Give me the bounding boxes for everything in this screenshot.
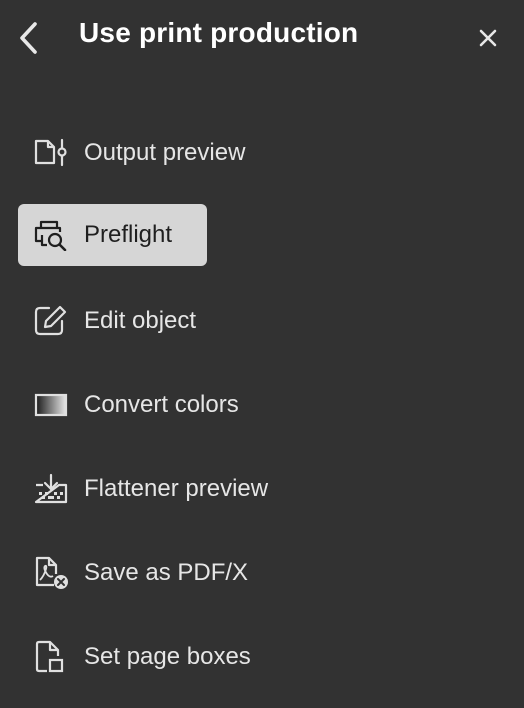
edit-object-icon xyxy=(33,303,69,339)
set-page-boxes-icon xyxy=(33,639,69,675)
close-button[interactable] xyxy=(470,20,506,56)
menu-item-preflight[interactable]: Preflight xyxy=(18,204,207,266)
menu-item-label: Save as PDF/X xyxy=(84,559,249,586)
menu-item-label: Preflight xyxy=(84,221,173,248)
back-button[interactable] xyxy=(10,18,46,58)
print-production-panel: Use print production Output preview Pref… xyxy=(0,0,524,708)
menu-item-convert-colors[interactable]: Convert colors xyxy=(18,374,255,436)
menu-item-edit-object[interactable]: Edit object xyxy=(18,290,212,352)
menu-item-label: Convert colors xyxy=(84,391,239,418)
flattener-preview-icon xyxy=(33,471,69,507)
close-icon xyxy=(479,29,497,47)
chevron-left-icon xyxy=(17,21,39,55)
menu-item-label: Flattener preview xyxy=(84,475,269,502)
menu-item-label: Set page boxes xyxy=(84,643,251,670)
menu-item-set-page-boxes[interactable]: Set page boxes xyxy=(18,626,267,688)
menu-item-flattener-preview[interactable]: Flattener preview xyxy=(18,458,284,520)
menu-item-label: Edit object xyxy=(84,307,197,334)
menu-item-label: Output preview xyxy=(84,139,246,166)
panel-title: Use print production xyxy=(79,17,359,48)
save-pdfx-icon xyxy=(33,555,69,591)
convert-colors-icon xyxy=(33,387,69,423)
output-preview-icon xyxy=(33,135,69,171)
menu-item-output-preview[interactable]: Output preview xyxy=(18,122,261,184)
panel-header: Use print production xyxy=(0,0,524,76)
preflight-icon xyxy=(33,217,69,253)
menu-item-save-as-pdfx[interactable]: Save as PDF/X xyxy=(18,542,264,604)
